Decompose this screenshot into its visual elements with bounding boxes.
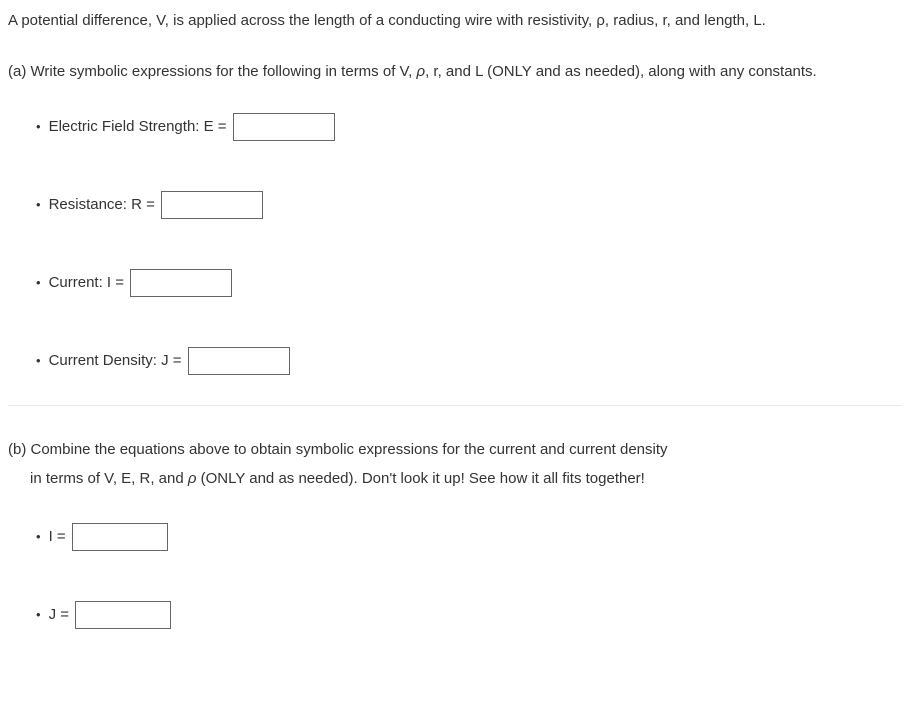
bullet-icon: • [36,527,41,547]
list-item: • Resistance: R = [36,191,901,219]
bullet-icon: • [36,117,41,137]
list-item: • Current Density: J = [36,347,901,375]
part-a-prefix: (a) Write symbolic expressions for the f… [8,63,417,80]
item-label: Resistance: R = [49,194,159,217]
bullet-icon: • [36,195,41,215]
list-item: • Current: I = [36,269,901,297]
rho-symbol-a: ρ [417,63,426,80]
item-label: I = [49,526,70,549]
part-b-line1: (b) Combine the equations above to obtai… [8,441,668,458]
list-item: • Electric Field Strength: E = [36,113,901,141]
part-a-list: • Electric Field Strength: E = • Resista… [8,113,901,375]
current-density-b-input[interactable] [75,601,171,629]
resistance-input[interactable] [161,191,263,219]
bullet-icon: • [36,605,41,625]
part-a-suffix: , r, and L (ONLY and as needed), along w… [425,63,817,80]
electric-field-input[interactable] [233,113,335,141]
part-b-prompt: (b) Combine the equations above to obtai… [8,436,901,493]
divider [8,405,901,406]
item-label: Current Density: J = [49,350,186,373]
item-label: Electric Field Strength: E = [49,116,231,139]
intro-text: A potential difference, V, is applied ac… [8,10,901,33]
part-b-line2-prefix: in terms of V, E, R, and [30,470,188,487]
list-item: • J = [36,601,901,629]
intro-content: A potential difference, V, is applied ac… [8,12,766,29]
bullet-icon: • [36,351,41,371]
current-input[interactable] [130,269,232,297]
list-item: • I = [36,523,901,551]
part-b-line2-wrap: in terms of V, E, R, and ρ (ONLY and as … [30,465,901,494]
current-b-input[interactable] [72,523,168,551]
bullet-icon: • [36,273,41,293]
item-label: J = [49,604,74,627]
part-b-list: • I = • J = [8,523,901,629]
item-label: Current: I = [49,272,129,295]
part-a-prompt: (a) Write symbolic expressions for the f… [8,61,901,84]
current-density-input[interactable] [188,347,290,375]
part-b-line2-suffix: (ONLY and as needed). Don't look it up! … [196,470,644,487]
